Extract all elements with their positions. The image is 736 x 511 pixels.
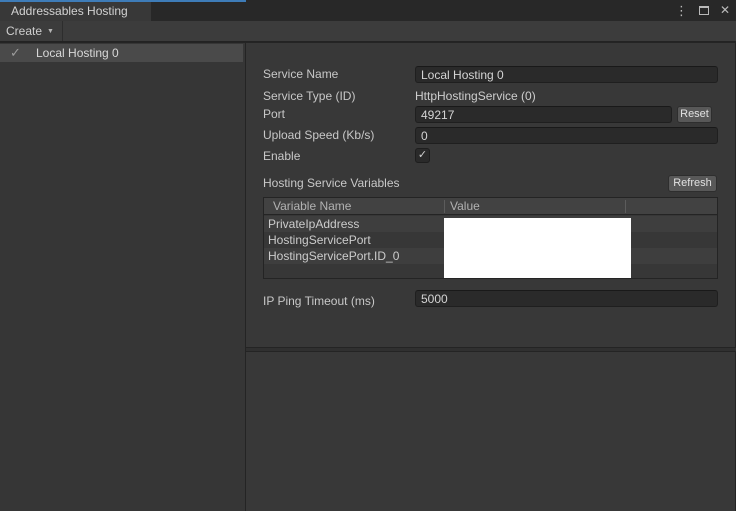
upload-speed-label: Upload Speed (Kb/s): [263, 127, 374, 144]
service-name-label: Service Name: [263, 66, 338, 83]
ip-ping-timeout-input[interactable]: [415, 290, 718, 307]
port-label: Port: [263, 106, 285, 123]
column-divider[interactable]: [444, 200, 445, 213]
lower-panel: [246, 351, 736, 511]
create-dropdown-button[interactable]: Create ▼: [0, 21, 63, 41]
port-input[interactable]: [415, 106, 672, 123]
enable-label: Enable: [263, 148, 300, 165]
hosting-services-list: ✓ Local Hosting 0: [0, 42, 245, 511]
addressables-hosting-window: Addressables Hosting ⋮ ✕ Create ▼ ✓ Loca…: [0, 0, 736, 511]
window-controls: ⋮ ✕: [675, 0, 730, 21]
variables-table-header: Variable Name Value: [264, 198, 717, 215]
variables-table: Variable Name Value PrivateIpAddress Hos…: [263, 197, 718, 279]
tab-bar: Addressables Hosting ⋮ ✕: [0, 0, 736, 21]
create-button-label: Create: [6, 21, 42, 41]
kebab-menu-icon[interactable]: ⋮: [675, 0, 688, 21]
toolbar: Create ▼: [0, 21, 736, 42]
enabled-check-icon: ✓: [10, 44, 26, 62]
close-icon[interactable]: ✕: [720, 0, 730, 21]
refresh-button[interactable]: Refresh: [668, 175, 717, 192]
column-divider[interactable]: [625, 200, 626, 213]
column-header-value[interactable]: Value: [450, 198, 480, 215]
column-header-variable-name[interactable]: Variable Name: [273, 198, 351, 215]
ip-ping-timeout-label: IP Ping Timeout (ms): [263, 293, 375, 310]
service-type-label: Service Type (ID): [263, 88, 355, 105]
tab-addressables-hosting[interactable]: Addressables Hosting: [0, 2, 151, 21]
list-item-label: Local Hosting 0: [36, 44, 119, 62]
reset-button[interactable]: Reset: [677, 106, 712, 123]
service-type-value: HttpHostingService (0): [415, 88, 536, 105]
list-item-local-hosting-0[interactable]: ✓ Local Hosting 0: [0, 44, 243, 62]
service-settings-panel: Service Name Service Type (ID) HttpHosti…: [246, 42, 736, 348]
hosting-service-variables-title: Hosting Service Variables: [263, 175, 400, 192]
maximize-icon[interactable]: [699, 6, 709, 15]
chevron-down-icon: ▼: [47, 21, 54, 42]
service-name-input[interactable]: [415, 66, 718, 83]
upload-speed-input[interactable]: [415, 127, 718, 144]
redacted-values-overlay: [444, 218, 631, 278]
enable-checkbox[interactable]: ✓: [415, 148, 430, 163]
